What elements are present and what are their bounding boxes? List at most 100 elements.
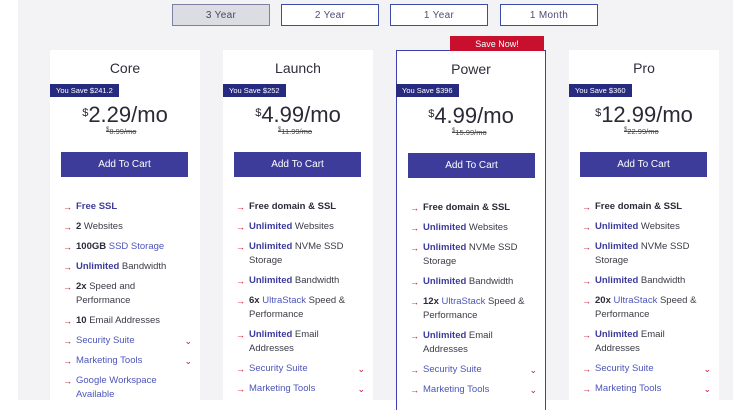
term-1-month[interactable]: 1 Month — [500, 4, 598, 26]
feature-item: → Unlimited Websites — [582, 220, 711, 234]
add-to-cart-button[interactable]: Add To Cart — [234, 152, 361, 177]
expandable-feature[interactable]: → Marketing Tools ⌄ — [236, 382, 365, 396]
feature-highlight: Unlimited — [423, 242, 467, 253]
feature-list: → Free domain & SSL → Unlimited Websites → Un… — [236, 200, 365, 402]
arrow-right-icon: → — [236, 384, 245, 394]
plan-price: $2.29/mo — [82, 102, 168, 127]
feature-link: Security Suite — [595, 363, 654, 374]
feature-link: Google Workspace Available — [76, 375, 157, 400]
plan-name: Core — [109, 60, 141, 76]
add-to-cart-button[interactable]: Add To Cart — [61, 152, 188, 177]
arrow-right-icon: → — [582, 202, 591, 212]
feature-item: → 2 Websites — [63, 220, 192, 234]
add-to-cart-button[interactable]: Add To Cart — [580, 152, 707, 177]
feature-text: Email Addresses — [86, 315, 160, 326]
feature-item: → Unlimited Bandwidth — [582, 274, 711, 288]
expandable-feature[interactable]: → Marketing Tools ⌄ — [582, 382, 711, 396]
plan-name: Pro — [633, 60, 655, 76]
save-now-ribbon: Save Now! — [450, 36, 544, 51]
feature-text: Bandwidth — [638, 275, 686, 286]
feature-list: → Free domain & SSL → Unlimited Websites → Un… — [582, 200, 711, 402]
chevron-down-icon[interactable]: ⌄ — [357, 382, 365, 396]
expandable-feature[interactable]: → Security Suite ⌄ — [236, 362, 365, 376]
chevron-down-icon[interactable]: ⌄ — [184, 354, 192, 368]
savings-badge-pro: You Save $360 — [569, 84, 632, 97]
arrow-right-icon: → — [582, 276, 591, 286]
plan-price: $4.99/mo — [428, 103, 514, 128]
feature-link: Marketing Tools — [423, 384, 490, 395]
arrow-right-icon: → — [63, 336, 72, 346]
expandable-feature[interactable]: → Security Suite ⌄ — [63, 334, 192, 348]
feature-item: → Free SSL — [63, 200, 192, 214]
feature-highlight: Free SSL — [76, 201, 118, 212]
feature-highlight: Unlimited — [76, 261, 120, 272]
expandable-feature[interactable]: → Security Suite ⌄ — [410, 363, 537, 377]
feature-item: → 2x Speed and Performance — [63, 280, 192, 308]
feature-value: 6x — [249, 295, 260, 306]
chevron-down-icon[interactable]: ⌄ — [357, 362, 365, 376]
feature-link: Marketing Tools — [249, 383, 316, 394]
feature-list: → Free domain & SSL → Unlimited Websites → Un… — [410, 201, 537, 403]
feature-item: → Free domain & SSL — [410, 201, 537, 215]
arrow-right-icon: → — [63, 202, 72, 212]
feature-item: → Unlimited Websites — [236, 220, 365, 234]
feature-item: → Unlimited Bandwidth — [236, 274, 365, 288]
chevron-down-icon[interactable]: ⌄ — [529, 363, 537, 377]
chevron-down-icon[interactable]: ⌄ — [703, 382, 711, 396]
arrow-right-icon: → — [582, 222, 591, 232]
feature-highlight: Unlimited — [249, 275, 293, 286]
savings-badge-launch: You Save $252 — [223, 84, 286, 97]
term-2-year[interactable]: 2 Year — [281, 4, 379, 26]
feature-item: → Unlimited Email Addresses — [582, 328, 711, 356]
chevron-down-icon[interactable]: ⌄ — [703, 362, 711, 376]
arrow-right-icon: → — [63, 262, 72, 272]
feature-value: 12x — [423, 296, 439, 307]
expandable-feature[interactable]: → Security Suite ⌄ — [582, 362, 711, 376]
arrow-right-icon: → — [63, 242, 72, 252]
plan-card-core: Core $2.29/mo $8.99/mo Add To Cart → Free… — [50, 50, 200, 410]
arrow-right-icon: → — [63, 282, 72, 292]
feature-text: Websites — [292, 221, 334, 232]
plan-name: Launch — [275, 60, 321, 76]
expandable-feature[interactable]: → Marketing Tools ⌄ — [410, 383, 537, 397]
feature-highlight: Unlimited — [249, 241, 293, 252]
arrow-right-icon: → — [236, 242, 245, 252]
feature-item: → 20x UltraStack Speed & Performance — [582, 294, 711, 322]
chevron-down-icon[interactable]: ⌄ — [184, 334, 192, 348]
original-price: $22.99/mo — [624, 127, 659, 136]
savings-badge-core: You Save $241.2 — [50, 84, 119, 97]
feature-text: Websites — [638, 221, 680, 232]
add-to-cart-button[interactable]: Add To Cart — [408, 153, 535, 178]
feature-item: → Unlimited Websites — [410, 221, 537, 235]
term-3-year[interactable]: 3 Year — [172, 4, 270, 26]
arrow-right-icon: → — [63, 222, 72, 232]
plan-card-launch: Launch $4.99/mo $11.99/mo Add To Cart → F… — [223, 50, 373, 410]
arrow-right-icon: → — [410, 243, 419, 253]
feature-item: → Unlimited NVMe SSD Storage — [410, 241, 537, 269]
feature-highlight: Unlimited — [249, 221, 293, 232]
feature-item: → Free domain & SSL — [236, 200, 365, 214]
feature-link: Security Suite — [249, 363, 308, 374]
feature-item: → Unlimited Email Addresses — [236, 328, 365, 356]
term-1-year[interactable]: 1 Year — [390, 4, 488, 26]
feature-item: → Unlimited NVMe SSD Storage — [582, 240, 711, 268]
feature-highlight: Unlimited — [423, 276, 467, 287]
plan-card-pro: Pro $12.99/mo $22.99/mo Add To Cart → Fre… — [569, 50, 719, 410]
feature-text: Websites — [81, 221, 123, 232]
arrow-right-icon: → — [236, 222, 245, 232]
arrow-right-icon: → — [63, 356, 72, 366]
feature-text: Bandwidth — [466, 276, 514, 287]
arrow-right-icon: → — [582, 364, 591, 374]
feature-highlight: Unlimited — [595, 221, 639, 232]
arrow-right-icon: → — [582, 242, 591, 252]
feature-highlight: Unlimited — [423, 222, 467, 233]
feature-value: 2x — [76, 281, 87, 292]
feature-item: → Free domain & SSL — [582, 200, 711, 214]
original-price: $15.99/mo — [452, 128, 487, 137]
chevron-down-icon[interactable]: ⌄ — [529, 383, 537, 397]
arrow-right-icon: → — [410, 365, 419, 375]
expandable-feature[interactable]: → Marketing Tools ⌄ — [63, 354, 192, 368]
feature-highlight: Unlimited — [595, 329, 639, 340]
plan-price: $4.99/mo — [255, 102, 341, 127]
feature-text: Bandwidth — [119, 261, 167, 272]
